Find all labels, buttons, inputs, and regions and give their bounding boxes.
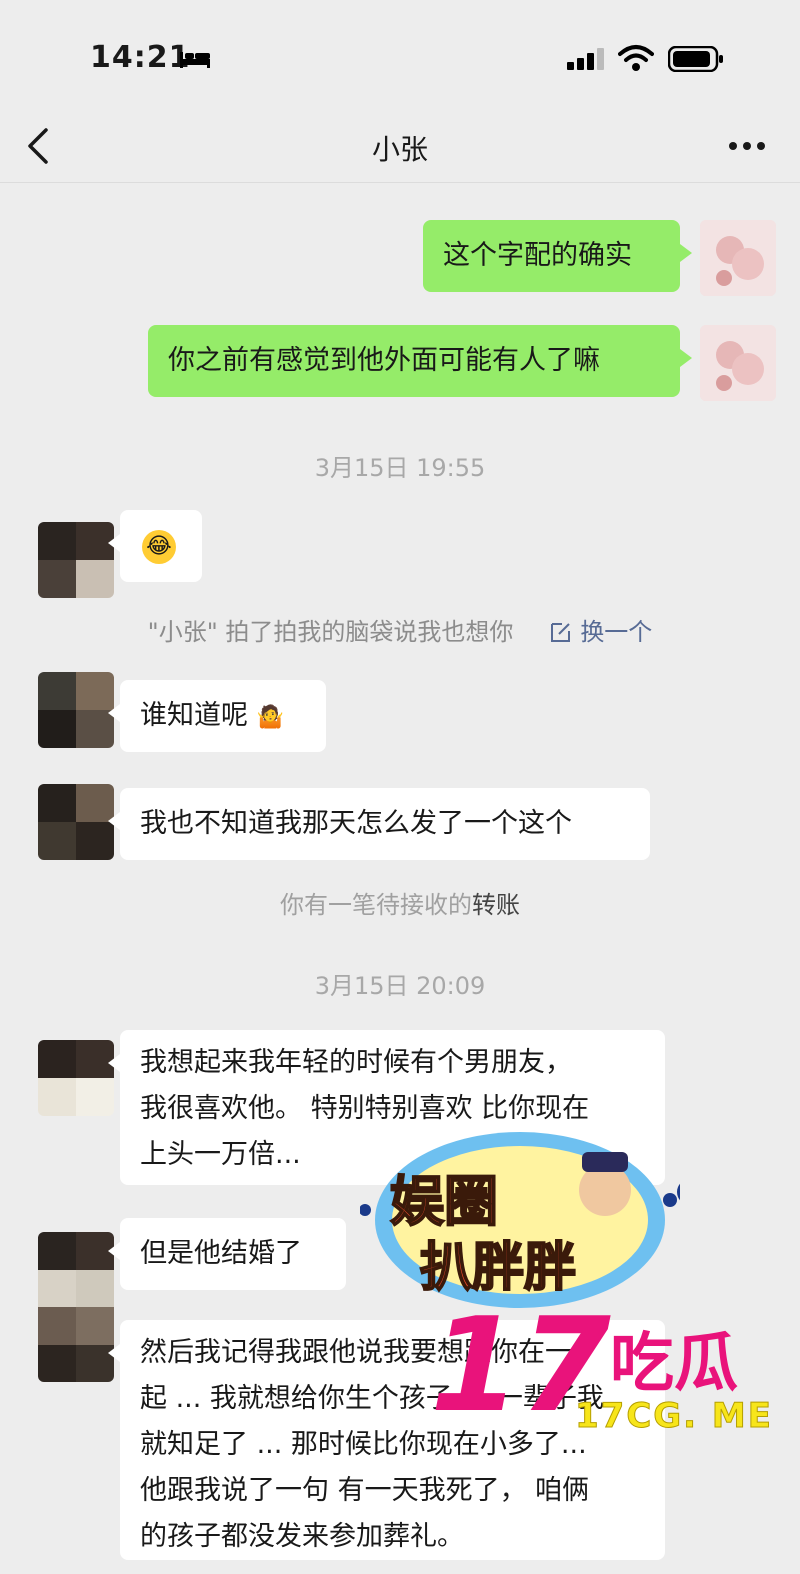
wifi-icon	[618, 45, 654, 71]
pat-text: "小张" 拍了拍我的脑袋说我也想你	[147, 618, 514, 646]
message-bubble-contact[interactable]: 但是他结婚了	[108, 1218, 346, 1290]
chat-title: 小张	[371, 133, 428, 166]
pixelated-avatar	[38, 784, 114, 860]
pixelated-avatar	[38, 522, 114, 598]
sleep-mode-icon	[180, 52, 210, 68]
message-text: 你之前有感觉到他外面可能有人了嘛	[168, 345, 600, 376]
message-bubble-contact[interactable]: 😂	[108, 510, 202, 582]
message-text: 这个字配的确实	[443, 240, 632, 271]
message-line: 我想起来我年轻的时候有个男朋友，	[140, 1047, 572, 1078]
avatar-contact[interactable]	[38, 1232, 114, 1382]
avatar-contact[interactable]	[38, 522, 114, 598]
edit-icon[interactable]	[549, 620, 573, 644]
change-pat-link[interactable]: 换一个	[580, 618, 652, 646]
chat-timestamp: 3月15日 20:09	[314, 972, 486, 1000]
pixelated-avatar	[38, 1232, 114, 1382]
cellular-signal-icon	[567, 48, 604, 70]
pixelated-avatar	[38, 672, 114, 748]
avatar-self[interactable]	[700, 325, 776, 401]
chat-timestamp: 3月15日 19:55	[314, 454, 486, 482]
message-bubble-contact[interactable]: 谁知道呢 🤷	[108, 680, 326, 752]
transfer-notice: 你有一笔待接收的转账	[0, 885, 800, 920]
message-line: 我很喜欢他。 特别特别喜欢 比你现在	[140, 1093, 590, 1124]
transfer-text: 你有一笔待接收的	[280, 891, 472, 919]
message-bubble-self[interactable]: 你之前有感觉到他外面可能有人了嘛	[148, 325, 692, 397]
more-options-icon[interactable]	[722, 128, 772, 164]
watermark-name: 吃瓜	[610, 1327, 738, 1401]
chat-header: 小张	[0, 110, 800, 183]
message-line: 的孩子都没发来参加葬礼。	[140, 1521, 464, 1552]
message-text: 但是他结婚了	[140, 1238, 302, 1269]
message-bubble-contact[interactable]: 我也不知道我那天怎么发了一个这个	[108, 788, 650, 860]
message-line: 他跟我说了一句 有一天我死了， 咱俩	[140, 1475, 590, 1506]
pixelated-avatar	[38, 1040, 114, 1116]
pat-notification: "小张" 拍了拍我的脑袋说我也想你 换一个	[0, 612, 800, 647]
avatar-contact[interactable]	[38, 784, 114, 860]
message-text: 谁知道呢	[140, 700, 248, 731]
watermark-url: 17CG. ME	[575, 1396, 773, 1437]
shrug-emoji-icon: 🤷	[256, 705, 284, 730]
avatar-image	[700, 220, 776, 296]
avatar-contact[interactable]	[38, 1040, 114, 1116]
transfer-link[interactable]: 转账	[472, 891, 520, 919]
clock-time: 14:21	[90, 40, 191, 75]
message-text: 我也不知道我那天怎么发了一个这个	[140, 808, 572, 839]
battery-icon	[668, 46, 723, 72]
message-bubble-self[interactable]: 这个字配的确实	[423, 220, 692, 292]
laughing-emoji-icon: 😂	[142, 529, 176, 564]
avatar-contact[interactable]	[38, 672, 114, 748]
svg-text:娱圈: 娱圈	[390, 1170, 498, 1233]
avatar-image	[700, 325, 776, 401]
status-bar: 14:21	[0, 0, 800, 110]
avatar-self[interactable]	[700, 220, 776, 296]
